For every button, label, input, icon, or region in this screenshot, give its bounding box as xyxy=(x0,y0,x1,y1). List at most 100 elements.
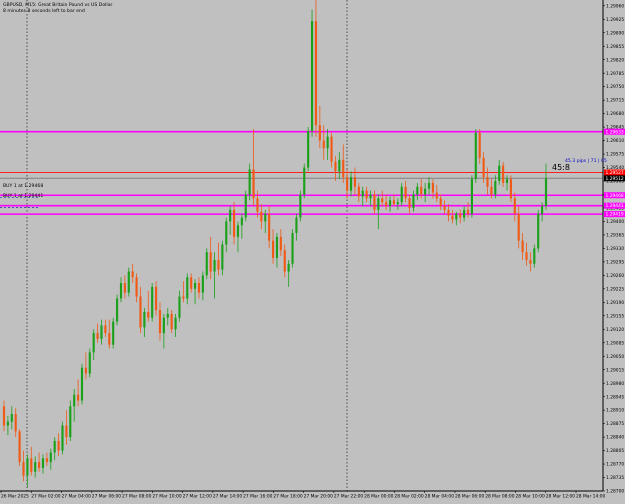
price-tick-label: 1.29190 xyxy=(606,300,624,306)
price-tick-label: 1.29400 xyxy=(606,219,624,225)
time-tick-label: 27 Mar 22:00 xyxy=(334,494,364,500)
candle-body xyxy=(248,169,251,195)
candle-body xyxy=(447,209,450,216)
candle-body xyxy=(486,177,489,187)
candle-body xyxy=(431,182,434,193)
candle-body xyxy=(108,333,111,345)
candle-body xyxy=(482,157,485,178)
candle-body xyxy=(53,440,56,453)
candle-body xyxy=(451,215,454,220)
candle-body xyxy=(463,209,466,218)
price-tick-label: 1.29295 xyxy=(606,259,624,265)
candle-body xyxy=(221,244,224,270)
time-tick-label: 27 Mar 14:00 xyxy=(213,494,243,500)
candle-body xyxy=(330,136,333,162)
candle-body xyxy=(100,325,103,339)
candle-body xyxy=(92,333,95,353)
candle-body xyxy=(162,317,165,334)
price-tick-label: 1.29120 xyxy=(606,327,624,333)
time-tick-label: 28 Mar 06:00 xyxy=(455,494,485,500)
candle-body xyxy=(420,186,423,195)
time-tick-label: 27 Mar 10:00 xyxy=(152,494,182,500)
candle-body xyxy=(182,296,185,299)
candle-body xyxy=(201,275,204,293)
candle-body xyxy=(143,311,146,328)
candle-body xyxy=(287,263,290,272)
candle-body xyxy=(96,333,99,339)
candle-body xyxy=(455,213,458,220)
chart-window[interactable]: 1.29960 1.29925 1.29890 1.29855 1.29820 1.297… xyxy=(0,0,625,500)
candle-body xyxy=(193,283,197,289)
candle-body xyxy=(240,217,243,226)
price-tick-label: 1.29610 xyxy=(606,138,624,144)
candle-body xyxy=(283,250,286,272)
time-tick-label: 27 Mar 16:00 xyxy=(243,494,273,500)
time-tick-label: 28 Mar 02:00 xyxy=(394,494,424,500)
candle-body xyxy=(388,200,392,207)
price-tick-label: 1.29225 xyxy=(606,286,624,292)
candle-body xyxy=(77,394,80,401)
candle-body xyxy=(264,213,267,222)
bar-countdown-status: 8 minutes 8 seconds left to bar end xyxy=(3,8,85,14)
candle-body xyxy=(166,313,169,318)
candle-body xyxy=(30,458,33,472)
candle-body xyxy=(537,213,540,249)
candle-body xyxy=(400,186,403,203)
price-tag-label: 1.29527 xyxy=(606,170,624,176)
candle-body xyxy=(135,277,138,297)
price-tick-label: 1.29015 xyxy=(606,367,624,373)
candle-body xyxy=(396,202,399,205)
candle-body xyxy=(439,198,442,207)
candle-body xyxy=(229,209,232,222)
candle-body xyxy=(69,406,72,438)
price-tag-label: 1.29441 xyxy=(606,203,624,209)
candle-body xyxy=(474,132,477,180)
price-tick-label: 1.29890 xyxy=(606,30,624,36)
price-tick-label: 1.29050 xyxy=(606,354,624,360)
candle-body xyxy=(525,252,528,260)
candle-body xyxy=(505,179,509,183)
candle-body xyxy=(209,252,212,272)
candle-body xyxy=(151,286,154,318)
candle-body xyxy=(178,296,181,318)
candle-body xyxy=(10,413,13,422)
candle-body xyxy=(6,421,9,426)
price-tick-label: 1.28875 xyxy=(606,421,624,427)
candle-body xyxy=(544,178,548,207)
candle-body xyxy=(112,321,115,345)
countdown-label: 45:8 xyxy=(552,163,570,172)
candle-body xyxy=(435,192,438,199)
candle-body xyxy=(260,211,263,222)
candle-body xyxy=(299,194,302,218)
candle-body xyxy=(123,283,126,293)
candle-body xyxy=(45,458,48,463)
candle-body xyxy=(373,194,376,210)
price-tick-label: 1.29575 xyxy=(606,152,624,158)
candle-body xyxy=(470,179,473,214)
candle-body xyxy=(295,217,298,233)
buy-order-label-2: BUY 1 at 1.29441 xyxy=(3,193,43,199)
candle-body xyxy=(318,125,321,141)
candle-body xyxy=(416,186,419,195)
price-tick-label: 1.28805 xyxy=(606,448,624,454)
candle-body xyxy=(521,240,524,253)
time-tick-label: 28 Mar 04:00 xyxy=(425,494,455,500)
candle-body xyxy=(381,198,384,203)
candle-body xyxy=(2,406,6,426)
time-tick-label: 27 Mar 08:00 xyxy=(122,494,152,500)
candle-body xyxy=(217,259,220,270)
candle-body xyxy=(170,313,173,330)
candle-body xyxy=(57,440,60,451)
candlestick-chart[interactable]: 1.29960 1.29925 1.29890 1.29855 1.29820 1.297… xyxy=(0,0,625,500)
candle-body xyxy=(190,277,193,289)
candle-body xyxy=(158,310,162,334)
price-tick-label: 1.28945 xyxy=(606,394,624,400)
time-tick-label: 27 Mar 20:00 xyxy=(304,494,334,500)
price-tick-label: 1.29155 xyxy=(606,313,624,319)
time-tick-label: 28 Mar 08:00 xyxy=(485,494,515,500)
candle-body xyxy=(88,352,91,374)
candle-body xyxy=(346,177,349,191)
candle-body xyxy=(369,194,372,199)
time-tick-label: 28 Mar 14:00 xyxy=(576,494,606,500)
time-tick-label: 27 Mar 06:00 xyxy=(92,494,122,500)
